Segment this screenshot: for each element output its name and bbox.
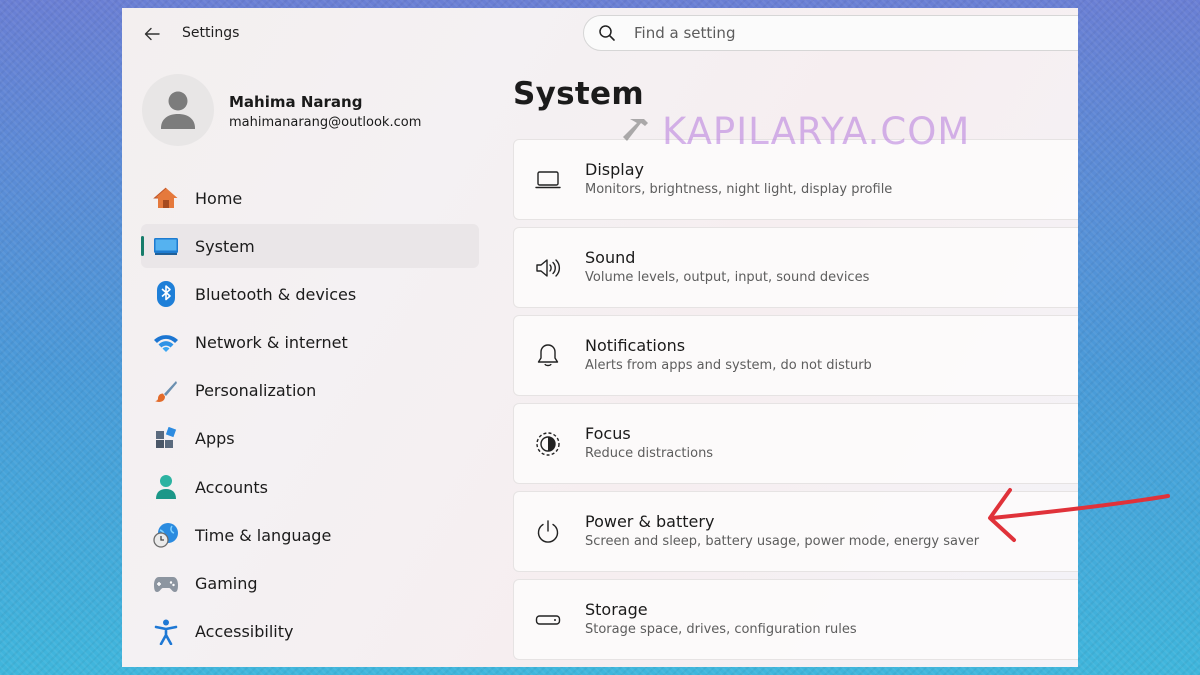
- app-title: Settings: [182, 25, 240, 41]
- sidebar-item-personalization[interactable]: Personalization: [141, 369, 479, 413]
- globe-clock-icon: [153, 522, 179, 548]
- hammer-icon: [623, 118, 648, 141]
- sidebar-item-label: Accessibility: [195, 622, 294, 642]
- sidebar-item-label: Network & internet: [195, 333, 348, 353]
- sidebar-item-apps[interactable]: Apps: [141, 417, 479, 461]
- focus-card[interactable]: Focus Reduce distractions: [513, 403, 1078, 484]
- avatar[interactable]: [142, 74, 214, 146]
- sidebar-item-label: Gaming: [195, 574, 258, 593]
- back-button[interactable]: [140, 22, 164, 46]
- annotation-arrow: [988, 488, 1170, 542]
- laptop-icon: [534, 166, 562, 194]
- card-subtitle: Volume levels, output, input, sound devi…: [585, 270, 870, 285]
- sidebar-item-home[interactable]: Home: [141, 176, 479, 220]
- back-arrow-icon: [144, 27, 160, 41]
- sidebar-item-network[interactable]: Network & internet: [141, 321, 479, 365]
- watermark: KAPILARYA.COM: [620, 110, 970, 153]
- sidebar-item-label: Personalization: [195, 381, 317, 401]
- apps-icon: [153, 426, 179, 452]
- card-title: Focus: [585, 424, 631, 443]
- accessibility-icon: [153, 619, 179, 645]
- user-icon: [161, 91, 195, 129]
- focus-icon: [534, 430, 562, 458]
- wifi-icon: [153, 330, 179, 356]
- card-title: Sound: [585, 248, 636, 267]
- card-title: Power & battery: [585, 512, 715, 531]
- storage-card[interactable]: Storage Storage space, drives, configura…: [513, 579, 1078, 660]
- user-name: Mahima Narang: [229, 93, 363, 111]
- sidebar-item-label: Home: [195, 188, 243, 208]
- card-title: Display: [585, 160, 644, 179]
- sidebar-item-accounts[interactable]: Accounts: [141, 465, 479, 509]
- card-subtitle: Alerts from apps and system, do not dist…: [585, 358, 872, 373]
- sidebar-item-label: Bluetooth & devices: [195, 284, 357, 304]
- user-email: mahimanarang@outlook.com: [229, 115, 422, 130]
- accounts-icon: [153, 474, 179, 500]
- bluetooth-icon: [153, 281, 179, 308]
- card-subtitle: Reduce distractions: [585, 446, 714, 461]
- bell-icon: [534, 342, 562, 370]
- power-icon: [534, 518, 562, 546]
- sidebar-item-time-language[interactable]: Time & language: [141, 513, 479, 557]
- sidebar-item-label: Time & language: [195, 525, 332, 545]
- card-subtitle: Storage space, drives, configuration rul…: [585, 622, 857, 637]
- settings-list: Display Monitors, brightness, night ligh…: [513, 139, 1078, 667]
- page-title: System: [513, 76, 644, 112]
- sidebar-nav: Home System Bluetooth & devices Network …: [141, 176, 479, 658]
- sidebar-item-gaming[interactable]: Gaming: [141, 562, 479, 606]
- sidebar-item-system[interactable]: System: [141, 224, 479, 269]
- search-box[interactable]: [583, 15, 1078, 51]
- monitor-icon: [153, 233, 179, 259]
- card-title: Storage: [585, 600, 648, 619]
- sidebar-item-label: System: [195, 236, 255, 256]
- notifications-card[interactable]: Notifications Alerts from apps and syste…: [513, 315, 1078, 396]
- sidebar-item-label: Accounts: [195, 477, 268, 497]
- search-input[interactable]: [632, 23, 1016, 43]
- settings-window: Settings Mahima Narang mahimanarang@outl…: [122, 8, 1078, 667]
- paintbrush-icon: [153, 378, 179, 404]
- card-title: Notifications: [585, 336, 686, 355]
- watermark-text: KAPILARYA.COM: [662, 110, 971, 153]
- search-icon: [598, 24, 616, 42]
- sidebar-item-label: Apps: [195, 429, 235, 449]
- sidebar-item-bluetooth[interactable]: Bluetooth & devices: [141, 272, 479, 316]
- home-icon: [153, 185, 179, 211]
- card-subtitle: Screen and sleep, battery usage, power m…: [585, 534, 980, 549]
- sidebar-item-accessibility[interactable]: Accessibility: [141, 610, 479, 654]
- gamepad-icon: [153, 571, 179, 597]
- card-subtitle: Monitors, brightness, night light, displ…: [585, 182, 893, 197]
- sound-card[interactable]: Sound Volume levels, output, input, soun…: [513, 227, 1078, 308]
- speaker-icon: [534, 254, 562, 282]
- storage-icon: [534, 606, 562, 634]
